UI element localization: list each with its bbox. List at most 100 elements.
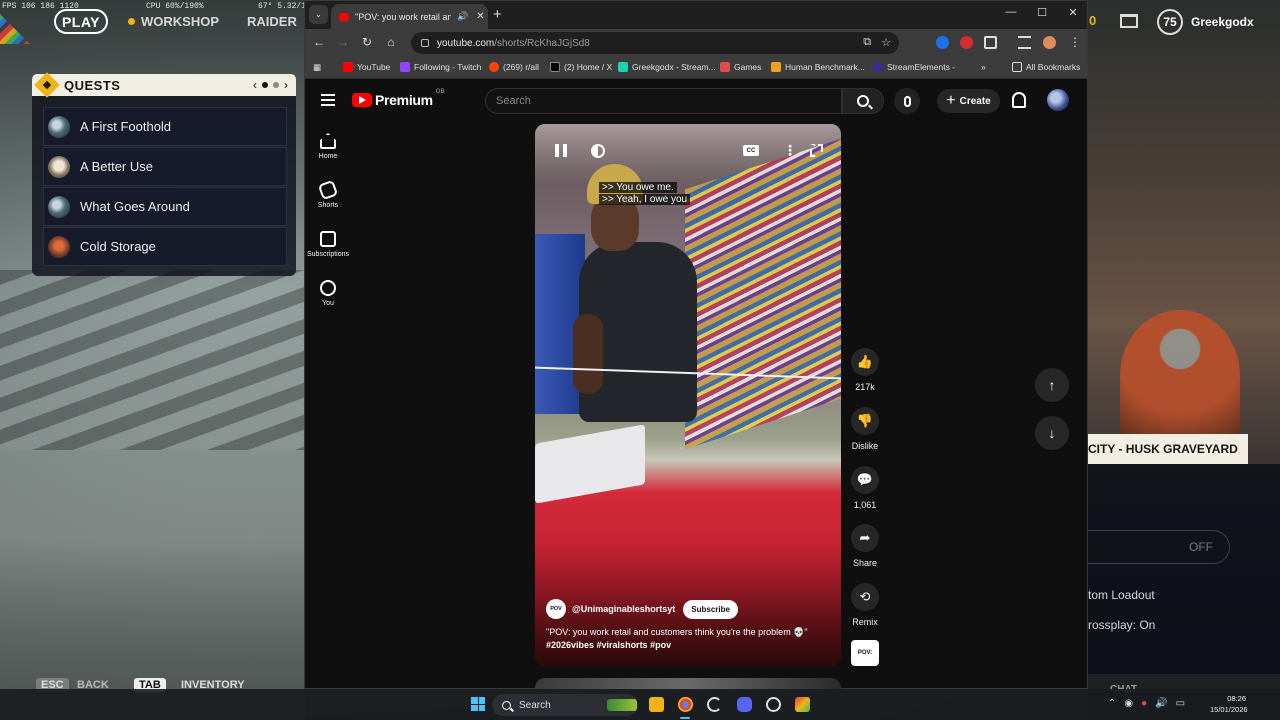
dislike-button[interactable]: 👎 Dislike [850, 407, 880, 451]
bookmark-item[interactable]: Games [720, 62, 761, 72]
crossplay-status[interactable]: rossplay: On [1088, 618, 1155, 632]
quest-item[interactable]: A Better Use [43, 147, 287, 186]
browser-tab-active[interactable]: "POV: you work retail and c 🔊 ✕ [331, 4, 488, 29]
bookmark-item[interactable]: (2) Home / X [550, 62, 612, 72]
play-button[interactable]: PLAY [54, 9, 108, 34]
video-description[interactable]: "POV: you work retail and customers thin… [546, 626, 836, 652]
arrow-up-icon: ↑ [1048, 377, 1056, 393]
captions-button[interactable]: CC [743, 145, 759, 156]
minimize-button[interactable]: — [1001, 6, 1021, 18]
search-button[interactable] [842, 88, 884, 114]
like-button[interactable]: 👍 217k [850, 348, 880, 392]
workshop-tab[interactable]: WORKSHOP [128, 14, 219, 29]
next-short-button[interactable]: ↓ [1035, 416, 1069, 450]
game-launcher-icon[interactable] [795, 697, 810, 712]
bookmark-star-icon[interactable]: ☆ [881, 36, 891, 49]
share-button[interactable]: ➦ Share [850, 524, 880, 568]
widgets-icon[interactable] [607, 699, 637, 711]
maximize-button[interactable]: ☐ [1032, 6, 1052, 19]
tab-close-icon[interactable]: ✕ [476, 11, 484, 22]
extension-icon[interactable] [936, 36, 949, 49]
sidebar-item-home[interactable]: Home [305, 133, 351, 160]
bookmark-item[interactable]: Greekgodx - Stream... [618, 62, 716, 72]
more-options-icon[interactable]: ⋮ [783, 142, 797, 159]
hamburger-menu-icon[interactable] [321, 94, 335, 106]
account-avatar[interactable] [1047, 89, 1069, 111]
bookmark-item[interactable]: Human Benchmark... [771, 62, 865, 72]
pause-icon[interactable] [555, 144, 567, 157]
mail-icon[interactable] [1120, 14, 1138, 28]
raider-tab[interactable]: RAIDER [247, 14, 297, 29]
shorts-icon [317, 179, 339, 201]
channel-name[interactable]: @Unimaginableshortsyt [572, 604, 675, 614]
apps-grid-icon[interactable]: ▦ [313, 62, 321, 73]
bookmarks-overflow-button[interactable]: » [981, 62, 986, 72]
extension-icon[interactable] [960, 36, 973, 49]
sidebar-item-subscriptions[interactable]: Subscriptions [305, 231, 351, 258]
comments-button[interactable]: 💬 1,061 [850, 466, 880, 510]
forward-arrow-icon[interactable]: → [335, 35, 351, 49]
create-button[interactable]: + Create [937, 89, 1000, 113]
sound-button[interactable]: POV: [850, 640, 880, 666]
sidebar-item-you[interactable]: You [305, 280, 351, 307]
tab-search-chevron-icon[interactable]: ⌄ [309, 5, 328, 24]
volume-icon[interactable] [591, 144, 605, 158]
notifications-bell-icon[interactable] [1012, 92, 1026, 108]
speaker-icon[interactable]: 🔊 [1155, 698, 1167, 709]
tray-overflow-icon[interactable]: ⌃ [1108, 698, 1116, 709]
reading-list-icon[interactable] [1018, 36, 1031, 49]
reload-icon[interactable]: ↻ [359, 35, 375, 49]
pager-dot-icon[interactable] [273, 82, 279, 88]
quest-item[interactable]: Cold Storage [43, 227, 287, 266]
extensions-puzzle-icon[interactable] [984, 36, 997, 49]
caption-line: >> You owe me. [599, 182, 677, 193]
home-icon[interactable]: ⌂ [383, 35, 399, 49]
windows-start-icon[interactable] [471, 697, 485, 711]
ccleaner-icon[interactable] [707, 697, 722, 712]
lightning-icon [771, 62, 781, 72]
sidebar-item-shorts[interactable]: Shorts [305, 179, 351, 209]
previous-short-button[interactable]: ↑ [1035, 368, 1069, 402]
site-info-icon[interactable] [421, 39, 429, 47]
microphone-icon[interactable]: ● [1141, 698, 1147, 709]
quests-next-button[interactable]: › [284, 78, 288, 92]
address-bar[interactable]: youtube.com/shorts/RcKhaJGjSd8 ⧉ ☆ [411, 32, 899, 54]
quest-item[interactable]: What Goes Around [43, 187, 287, 226]
player-level-badge[interactable]: 75 [1157, 9, 1183, 35]
more-menu-icon[interactable]: ⋮ [1067, 35, 1083, 49]
back-arrow-icon[interactable]: ← [311, 35, 327, 49]
taskbar-clock[interactable]: 08:26 15/01/2026 [1210, 693, 1248, 715]
quests-pager: ‹ › [253, 78, 296, 92]
bookmark-item[interactable]: (269) r/all [489, 62, 539, 72]
new-tab-button[interactable]: + [493, 6, 502, 23]
shorts-video-player[interactable]: CC ⋮ >> You owe me. >> Yeah, I owe you P… [535, 124, 841, 666]
setting-toggle[interactable]: OFF [1088, 530, 1230, 564]
all-bookmarks-button[interactable]: All Bookmarks [1012, 62, 1080, 72]
chrome-icon[interactable] [678, 697, 693, 712]
subscribe-button[interactable]: Subscribe [683, 599, 738, 619]
wifi-icon[interactable]: ◉ [1124, 698, 1133, 709]
youtube-logo[interactable]: Premium GB [352, 89, 444, 108]
voice-search-button[interactable] [894, 88, 920, 114]
search-input[interactable]: Search [485, 88, 842, 114]
file-explorer-icon[interactable] [649, 697, 664, 712]
custom-loadout-option[interactable]: tom Loadout [1088, 588, 1155, 602]
battery-icon[interactable]: ▭ [1176, 698, 1185, 709]
pager-dot-icon[interactable] [262, 82, 268, 88]
bookmark-item[interactable]: Following - Twitch [400, 62, 481, 72]
video-hashtags[interactable]: #2026vibes #viralshorts #pov [546, 639, 836, 652]
remix-button[interactable]: ⟲ Remix [850, 583, 880, 627]
quests-prev-button[interactable]: ‹ [253, 78, 257, 92]
channel-avatar[interactable]: POV [546, 599, 566, 619]
bookmark-item[interactable]: StreamElements - [873, 62, 955, 72]
quests-title: QUESTS [64, 77, 121, 93]
tab-audio-icon[interactable]: 🔊 [457, 11, 468, 22]
like-count: 217k [855, 382, 875, 392]
close-window-button[interactable]: ✕ [1063, 6, 1083, 19]
quest-item[interactable]: A First Foothold [43, 107, 287, 146]
profile-avatar-icon[interactable] [1043, 36, 1056, 49]
bookmark-item[interactable]: YouTube [343, 62, 390, 72]
cast-icon[interactable]: ⧉ [863, 36, 871, 49]
steam-icon[interactable] [766, 697, 781, 712]
discord-icon[interactable] [737, 697, 752, 712]
